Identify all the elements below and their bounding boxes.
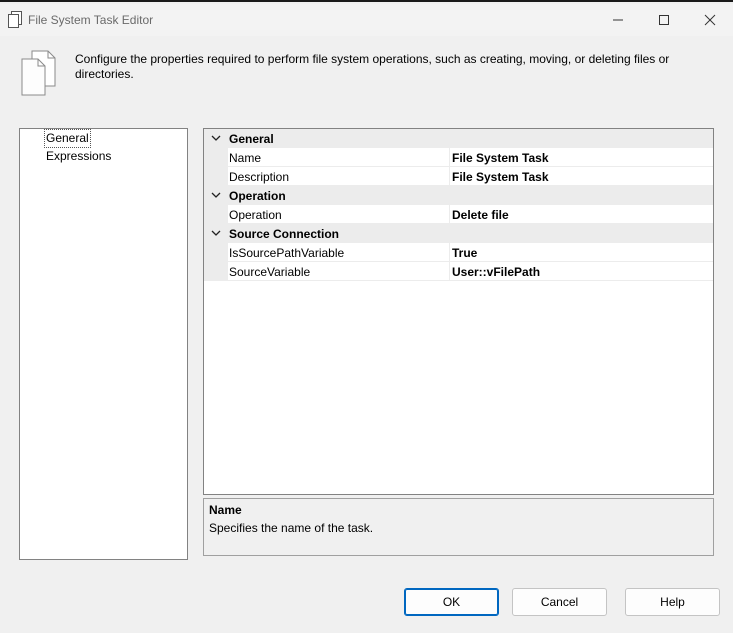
property-value[interactable]: File System Task: [452, 170, 549, 184]
property-value[interactable]: File System Task: [452, 151, 549, 165]
category-label: Source Connection: [229, 227, 340, 241]
property-value[interactable]: True: [452, 246, 477, 260]
description-text: Specifies the name of the task.: [209, 521, 374, 535]
property-row-name[interactable]: Name File System Task: [204, 148, 713, 167]
property-value[interactable]: Delete file: [452, 208, 509, 222]
row-gutter: [204, 243, 228, 262]
row-gutter: [204, 205, 228, 224]
property-grid: General Name File System Task Descriptio…: [203, 128, 714, 495]
minimize-button[interactable]: [595, 4, 641, 36]
column-divider: [449, 205, 450, 223]
property-row-sourcevariable[interactable]: SourceVariable User::vFilePath: [204, 262, 713, 281]
column-divider: [449, 148, 450, 166]
header-description: Configure the properties required to per…: [75, 52, 670, 81]
close-button[interactable]: [687, 4, 733, 36]
row-gutter: [204, 167, 228, 186]
property-name: SourceVariable: [229, 265, 311, 279]
chevron-down-icon[interactable]: [211, 192, 221, 199]
nav-item-expressions[interactable]: Expressions: [45, 148, 112, 165]
help-button[interactable]: Help: [625, 588, 720, 616]
property-row-description[interactable]: Description File System Task: [204, 167, 713, 186]
chevron-down-icon[interactable]: [211, 135, 221, 142]
title-bar[interactable]: File System Task Editor: [0, 4, 733, 36]
column-divider: [449, 262, 450, 280]
column-divider: [449, 243, 450, 261]
dialog-window: File System Task Editor Configure the pr…: [0, 0, 733, 633]
maximize-button[interactable]: [641, 4, 687, 36]
minimize-icon: [613, 19, 623, 21]
row-gutter: [204, 148, 228, 167]
document-pages-icon: [21, 50, 56, 96]
row-gutter: [204, 262, 228, 281]
close-icon: [704, 14, 716, 26]
property-row-operation[interactable]: Operation Delete file: [204, 205, 713, 224]
category-label: Operation: [229, 189, 286, 203]
chevron-down-icon[interactable]: [211, 230, 221, 237]
nav-item-general[interactable]: General: [44, 129, 91, 148]
property-name: Description: [229, 170, 290, 184]
ok-button[interactable]: OK: [404, 588, 499, 616]
property-name: Operation: [229, 208, 282, 222]
maximize-icon: [659, 15, 669, 25]
category-operation[interactable]: Operation: [204, 186, 713, 205]
document-pages-icon: [8, 11, 22, 28]
description-title: Name: [209, 503, 242, 517]
property-name: IsSourcePathVariable: [229, 246, 345, 260]
category-general[interactable]: General: [204, 129, 713, 148]
category-label: General: [229, 132, 274, 146]
category-source-connection[interactable]: Source Connection: [204, 224, 713, 243]
window-title: File System Task Editor: [28, 13, 154, 27]
property-row-issourcepathvariable[interactable]: IsSourcePathVariable True: [204, 243, 713, 262]
property-value[interactable]: User::vFilePath: [452, 265, 540, 279]
property-description-pane: Name Specifies the name of the task.: [203, 498, 714, 556]
cancel-button[interactable]: Cancel: [512, 588, 607, 616]
property-name: Name: [229, 151, 262, 165]
column-divider: [449, 167, 450, 185]
page-navigation-list: General Expressions: [19, 128, 188, 560]
